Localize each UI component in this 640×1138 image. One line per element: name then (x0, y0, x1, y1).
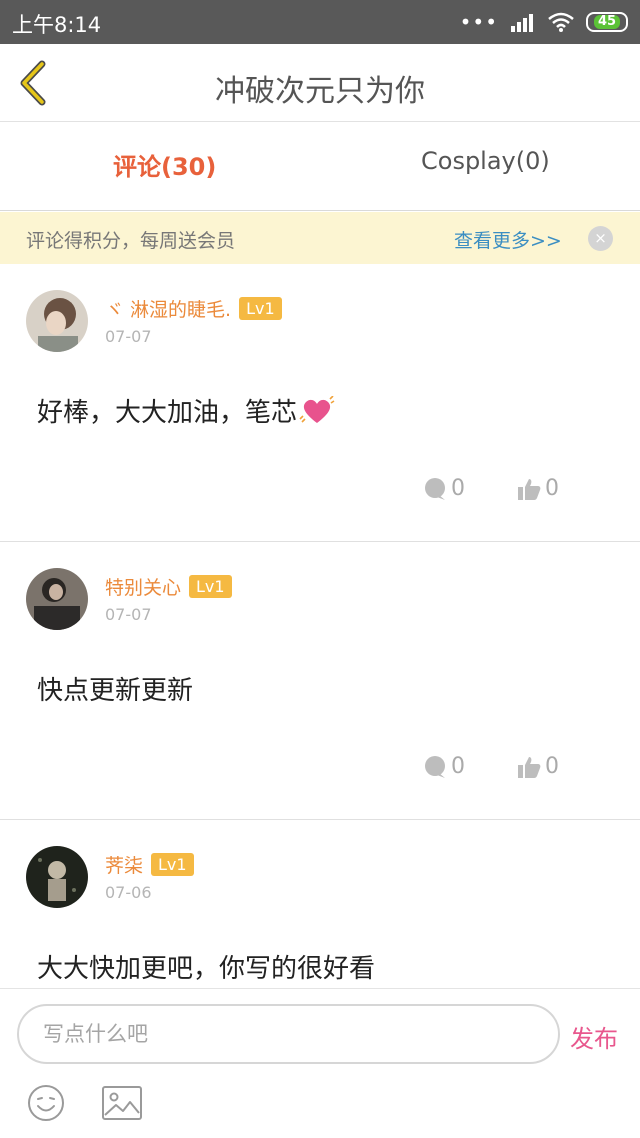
thumbs-up-icon (518, 478, 541, 500)
status-time: 上午8:14 (12, 13, 102, 37)
comment-bubble-icon (425, 477, 445, 500)
level-badge: Lv1 (239, 297, 282, 320)
level-badge: Lv1 (189, 575, 232, 598)
comment-actions: 0 0 (423, 754, 559, 779)
avatar[interactable] (26, 568, 88, 630)
comment-date: 07-07 (105, 605, 152, 624)
battery-icon: 45 (586, 12, 628, 32)
status-bar: 上午8:14 ••• 45 (0, 0, 640, 44)
comment-bubble-icon (425, 755, 445, 778)
like-button[interactable]: 0 (517, 754, 559, 779)
smiley-icon[interactable] (27, 1084, 65, 1122)
avatar[interactable] (26, 846, 88, 908)
thumbs-up-icon (518, 756, 541, 778)
comment-text: 好棒，大大加油，笔芯 (37, 398, 298, 428)
reply-count: 0 (451, 754, 465, 779)
comment-text: 快点更新更新 (37, 676, 194, 706)
page-title: 冲破次元只为你 (215, 74, 425, 109)
tab-comments[interactable]: 评论(30) (113, 147, 216, 182)
username[interactable]: 荠柒 (105, 851, 143, 878)
like-count: 0 (545, 754, 559, 779)
avatar[interactable] (26, 290, 88, 352)
level-badge: Lv1 (151, 853, 194, 876)
comment-composer: 发布 (0, 988, 640, 1138)
user-line: 特别关心 Lv1 (105, 573, 232, 600)
comment-text: 大大快加更吧，你写的很好看 (37, 954, 376, 984)
image-icon[interactable] (101, 1085, 143, 1121)
comment-actions: 0 0 (423, 476, 559, 501)
username[interactable]: 特别关心 (105, 573, 181, 600)
comment-content-row: 大大快加更吧，你写的很好看 (37, 948, 375, 985)
comment-input[interactable] (17, 1004, 560, 1064)
points-banner: 评论得积分，每周送会员 查看更多>> × (0, 212, 640, 264)
view-more-link[interactable]: 查看更多>> (454, 226, 562, 253)
user-line: ヾ 淋湿的睫毛. Lv1 (105, 295, 282, 322)
banner-text: 评论得积分，每周送会员 (26, 230, 236, 252)
signal-icon (511, 14, 533, 32)
status-icons: ••• 45 (460, 10, 628, 34)
comment-content-row: 快点更新更新 (37, 670, 193, 707)
reply-count: 0 (451, 476, 465, 501)
heart-icon (299, 395, 335, 423)
publish-button[interactable]: 发布 (570, 1019, 618, 1054)
comment-date: 07-06 (105, 883, 152, 902)
comment-item: ヾ 淋湿的睫毛. Lv1 07-07 好棒，大大加油，笔芯 0 0 (0, 264, 640, 542)
comment-date: 07-07 (105, 327, 152, 346)
wifi-icon (548, 12, 574, 32)
like-button[interactable]: 0 (517, 476, 559, 501)
username[interactable]: ヾ 淋湿的睫毛. (105, 295, 231, 322)
tab-cosplay[interactable]: Cosplay(0) (421, 147, 550, 175)
user-line: 荠柒 Lv1 (105, 851, 194, 878)
header: 冲破次元只为你 (0, 44, 640, 122)
battery-level: 45 (593, 15, 621, 29)
comment-content-row: 好棒，大大加油，笔芯 (37, 392, 335, 429)
tab-bar: 评论(30) Cosplay(0) (0, 123, 640, 211)
more-dots-icon: ••• (459, 10, 498, 34)
close-icon[interactable]: × (588, 226, 613, 251)
reply-button[interactable]: 0 (423, 754, 465, 779)
reply-button[interactable]: 0 (423, 476, 465, 501)
comment-item: 特别关心 Lv1 07-07 快点更新更新 0 0 (0, 542, 640, 820)
like-count: 0 (545, 476, 559, 501)
